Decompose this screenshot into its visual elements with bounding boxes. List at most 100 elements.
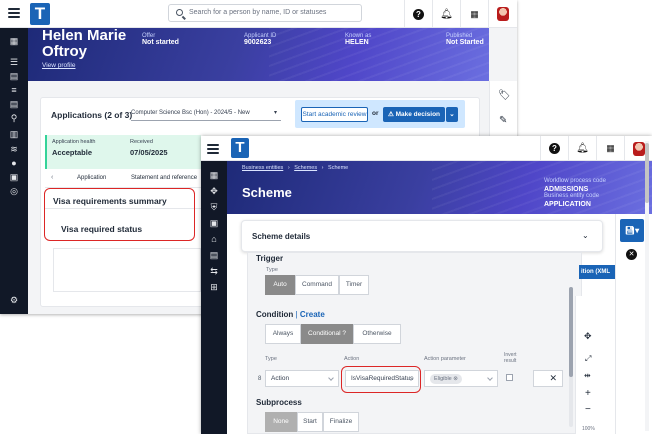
shield-icon[interactable]: ⛨: [207, 201, 221, 213]
filter-icon[interactable]: ≡: [7, 84, 21, 96]
file-icon[interactable]: ▤: [7, 98, 21, 110]
scrollbar-track[interactable]: [569, 287, 573, 427]
id-card-icon[interactable]: ▣: [207, 217, 221, 229]
notifications-button[interactable]: 🔔︎: [568, 136, 596, 161]
condition-always[interactable]: Always: [265, 324, 301, 344]
save-button[interactable]: 💾︎▾: [620, 219, 644, 242]
action-parameter-select[interactable]: Eligible ⊗: [424, 370, 498, 387]
tab-application[interactable]: Application: [77, 175, 106, 181]
search-input[interactable]: Search for a person by name, ID or statu…: [168, 4, 362, 22]
zoom-out-icon[interactable]: −: [585, 404, 591, 415]
chevron-down-icon: [328, 375, 334, 381]
window-scrollbar-thumb[interactable]: [645, 143, 649, 203]
move-icon[interactable]: ✥: [584, 331, 592, 342]
workflow-value: ADMISSIONS: [544, 185, 589, 193]
page-icon[interactable]: ▣: [7, 171, 21, 183]
scheme-details-card[interactable]: Scheme details ⌄: [241, 220, 603, 252]
help-button[interactable]: ?: [404, 0, 432, 28]
start-academic-review-button[interactable]: Start academic review: [301, 107, 368, 122]
col-invert-line2: result: [504, 358, 517, 364]
published-field: Published Not Started: [446, 33, 484, 46]
condition-type-select[interactable]: Action: [265, 370, 339, 387]
fit-width-icon[interactable]: ⇹: [584, 371, 591, 380]
document-icon[interactable]: ▤: [7, 70, 21, 82]
left-sidebar: ▦ ✥ ⛨ ▣ ⌂ ▤ ⇆ ⊞: [201, 161, 227, 434]
breadcrumb-schemes[interactable]: Schemes: [294, 165, 317, 171]
decision-dropdown-button[interactable]: ⌄: [446, 107, 458, 122]
transfer-icon[interactable]: ⇆: [207, 265, 221, 277]
health-label: Application health: [52, 139, 96, 145]
tag-icon[interactable]: 🏷︎: [498, 90, 511, 101]
trigger-panel: Trigger Type Auto Command Timer Conditio…: [247, 252, 582, 434]
tab-statement-reference[interactable]: Statement and reference: [131, 175, 197, 181]
invert-result-checkbox[interactable]: [506, 374, 513, 381]
workflow-label: Workflow process code: [544, 178, 606, 184]
chart-icon[interactable]: ▥: [7, 128, 21, 140]
condition-otherwise[interactable]: Otherwise: [353, 324, 401, 344]
expand-icon[interactable]: ⤢: [585, 354, 591, 364]
parameter-chip-label: Eligible: [434, 376, 452, 382]
student-name-line1: Helen Marie: [42, 28, 127, 44]
visa-content-box: [53, 248, 201, 292]
trigger-type-timer[interactable]: Timer: [339, 275, 369, 295]
create-condition-link[interactable]: Create: [300, 310, 325, 319]
target-icon[interactable]: ◎: [7, 185, 21, 197]
condition-separator: |: [295, 310, 298, 319]
apps-button[interactable]: ▦: [596, 136, 624, 161]
trigger-title: Trigger: [256, 254, 284, 263]
avatar: [496, 7, 509, 21]
known-as-field: Known as HELEN: [345, 33, 371, 46]
health-strip: Application health Acceptable Received 0…: [45, 135, 201, 169]
field-value: 9002623: [244, 39, 272, 46]
person-icon[interactable]: ⚲: [7, 112, 21, 124]
window-scrollbar[interactable]: [645, 141, 649, 431]
chevron-left-icon[interactable]: ‹: [51, 174, 53, 181]
top-bar: T Search for a person by name, ID or sta…: [0, 0, 517, 28]
help-icon: ?: [413, 8, 424, 20]
subprocess-finalize[interactable]: Finalize: [323, 412, 359, 432]
notifications-button[interactable]: 🔔︎: [432, 0, 460, 28]
settings-icon[interactable]: ⚙: [7, 294, 21, 306]
student-name: Helen Marie Oftroy: [42, 28, 126, 60]
graduation-icon[interactable]: ⌂: [207, 233, 221, 245]
field-value: Not started: [142, 39, 179, 46]
trigger-type-auto[interactable]: Auto: [265, 275, 295, 295]
stack-icon[interactable]: ≋: [7, 143, 21, 155]
application-select-value: Computer Science Bsc (Hon) - 2024/5 - Ne…: [131, 110, 250, 116]
field-label: Known as: [345, 33, 372, 39]
close-icon[interactable]: ✕: [626, 249, 637, 260]
menu-icon[interactable]: [207, 144, 219, 154]
subprocess-start[interactable]: Start: [297, 412, 323, 432]
edit-icon[interactable]: ✎: [499, 115, 507, 126]
chevron-down-icon: ⌄: [449, 111, 455, 118]
make-decision-button[interactable]: ⚠ Make decision: [383, 107, 445, 122]
breadcrumb-business-entities[interactable]: Business entities: [242, 165, 283, 171]
condition-xml-button[interactable]: ition (XML: [579, 265, 615, 279]
condition-conditional[interactable]: Conditional ?: [301, 324, 353, 344]
move-icon[interactable]: ✥: [207, 185, 221, 197]
zoom-in-icon[interactable]: +: [585, 388, 591, 399]
remove-chip-icon[interactable]: ⊗: [453, 376, 458, 382]
entity-value: APPLICATION: [544, 200, 591, 208]
view-profile-link[interactable]: View profile: [42, 62, 75, 69]
subprocess-none[interactable]: None: [265, 412, 297, 432]
list-icon[interactable]: ☰: [7, 56, 21, 68]
action-highlight: [341, 366, 421, 393]
trigger-type-command[interactable]: Command: [295, 275, 339, 295]
condition-type-value: Action: [271, 375, 290, 382]
remove-row-button[interactable]: ✕: [533, 370, 563, 387]
apps-button[interactable]: ▦: [460, 0, 488, 28]
dashboard-icon[interactable]: ▦: [207, 169, 221, 181]
search-placeholder: Search for a person by name, ID or statu…: [189, 9, 327, 16]
student-name-line2: Oftroy: [42, 43, 87, 60]
network-icon[interactable]: ⊞: [207, 281, 221, 293]
help-button[interactable]: ?: [540, 136, 568, 161]
applicant-id-field: Applicant ID 9002623: [244, 33, 276, 46]
avatar-button[interactable]: [488, 0, 516, 28]
application-select[interactable]: Computer Science Bsc (Hon) - 2024/5 - Ne…: [131, 107, 281, 121]
dashboard-icon[interactable]: ▦: [7, 35, 21, 47]
document-icon[interactable]: ▤: [207, 249, 221, 261]
scrollbar-thumb[interactable]: [569, 287, 573, 377]
circle-icon[interactable]: ●: [7, 157, 21, 169]
menu-icon[interactable]: [8, 8, 20, 18]
